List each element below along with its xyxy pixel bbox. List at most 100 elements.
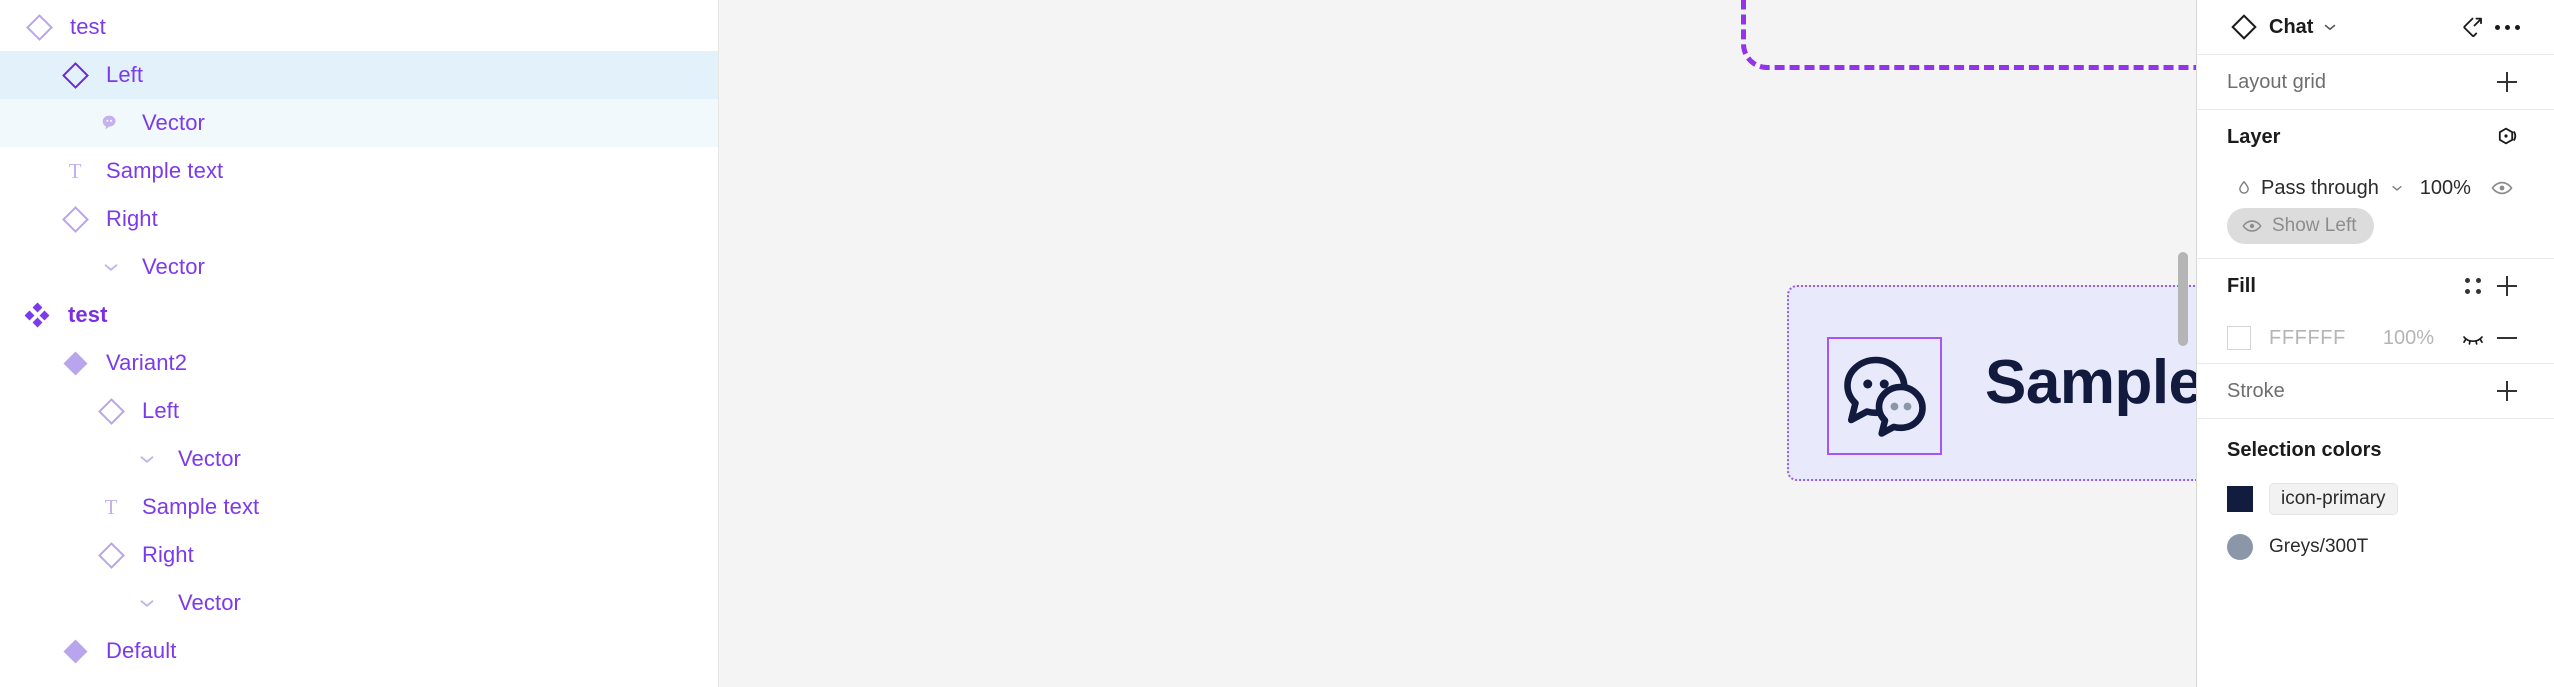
figma-app-window: test Left Vector T Sample text Right Vec… bbox=[0, 0, 2554, 687]
layer-label: Vector bbox=[142, 110, 205, 135]
layer-row[interactable]: Right bbox=[0, 195, 718, 243]
stroke-header-row: Stroke bbox=[2227, 364, 2524, 418]
stroke-label: Stroke bbox=[2227, 379, 2285, 402]
layer-row[interactable]: Vector bbox=[0, 435, 718, 483]
component-header-section: Chat bbox=[2197, 0, 2554, 55]
layout-grid-label: Layout grid bbox=[2227, 70, 2326, 93]
layer-header-row: Layer bbox=[2227, 110, 2524, 164]
chat-vector-icon bbox=[94, 106, 128, 140]
blend-mode-icon[interactable] bbox=[2490, 120, 2524, 154]
design-canvas[interactable]: Sample text bbox=[719, 0, 2196, 687]
text-icon: T bbox=[68, 158, 82, 183]
text-icon: T bbox=[104, 494, 118, 519]
layer-row[interactable]: Variant2 bbox=[0, 339, 718, 387]
blend-mode-row: Pass through 100% bbox=[2227, 164, 2524, 212]
layer-label: Layer bbox=[2227, 125, 2281, 148]
show-left-button[interactable]: Show Left bbox=[2227, 208, 2374, 244]
layer-row[interactable]: Vector bbox=[0, 243, 718, 291]
layer-row[interactable]: test bbox=[0, 3, 718, 51]
component-diamond-icon bbox=[58, 202, 92, 236]
chevron-down-icon bbox=[2392, 186, 2402, 191]
layer-row[interactable]: Vector bbox=[0, 579, 718, 627]
more-options-icon[interactable] bbox=[2490, 10, 2524, 44]
opacity-drop-icon bbox=[2227, 171, 2261, 205]
component-diamond-icon bbox=[58, 58, 92, 92]
stroke-section: Stroke bbox=[2197, 364, 2554, 419]
selection-color-swatch[interactable] bbox=[2227, 534, 2253, 560]
layer-row[interactable]: Left bbox=[0, 387, 718, 435]
chevron-down-icon[interactable] bbox=[2313, 10, 2347, 44]
properties-panel: Chat Layout grid Layer Pass through 100%… bbox=[2196, 0, 2554, 687]
fill-opacity-input[interactable]: 100% bbox=[2383, 327, 2434, 350]
layer-label: test bbox=[70, 14, 106, 39]
layer-row[interactable]: Right bbox=[0, 531, 718, 579]
canvas-vertical-scrollbar[interactable] bbox=[2178, 252, 2188, 346]
layout-grid-section: Layout grid bbox=[2197, 55, 2554, 110]
add-fill-button[interactable] bbox=[2490, 269, 2524, 303]
show-left-label: Show Left bbox=[2272, 215, 2357, 236]
blend-mode-dropdown[interactable]: Pass through bbox=[2261, 177, 2405, 200]
layers-panel: test Left Vector T Sample text Right Vec… bbox=[0, 0, 719, 687]
layer-section: Layer Pass through 100% Show Left bbox=[2197, 110, 2554, 259]
component-diamond-icon bbox=[2227, 10, 2261, 44]
component-diamond-icon bbox=[22, 10, 56, 44]
remove-fill-button[interactable] bbox=[2490, 321, 2524, 355]
layer-label: Variant2 bbox=[106, 350, 188, 375]
add-layout-grid-button[interactable] bbox=[2490, 65, 2524, 99]
chevron-down-icon[interactable] bbox=[130, 442, 164, 476]
fill-label: Fill bbox=[2227, 274, 2256, 297]
layer-row[interactable]: test bbox=[0, 291, 718, 339]
selection-color-swatch[interactable] bbox=[2227, 486, 2253, 512]
eye-icon bbox=[2242, 220, 2262, 232]
layer-label: Vector bbox=[178, 446, 241, 471]
selection-colors-section: Selection colors icon-primary Greys/300T bbox=[2197, 419, 2554, 571]
layer-label: test bbox=[68, 302, 108, 327]
blend-mode-value: Pass through bbox=[2261, 176, 2379, 199]
selection-color-name[interactable]: icon-primary bbox=[2269, 483, 2398, 515]
layer-row[interactable]: Left bbox=[0, 51, 718, 99]
chevron-down-icon[interactable] bbox=[94, 250, 128, 284]
selection-color-name: Greys/300T bbox=[2269, 536, 2369, 557]
component-diamond-icon bbox=[94, 394, 128, 428]
layer-opacity-input[interactable]: 100% bbox=[2405, 177, 2471, 200]
layer-label: Left bbox=[106, 62, 144, 87]
component-set-frame[interactable] bbox=[1741, 0, 2196, 70]
variant-diamond-filled-icon bbox=[58, 634, 92, 668]
layer-label: Right bbox=[106, 206, 158, 231]
layer-label: Default bbox=[106, 638, 177, 663]
layer-row[interactable]: Vector bbox=[0, 99, 718, 147]
fill-header-row: Fill bbox=[2227, 259, 2524, 313]
chat-component-instance[interactable]: Sample text bbox=[1787, 285, 2196, 481]
fill-color-swatch[interactable] bbox=[2227, 326, 2251, 350]
fill-visibility-toggle[interactable] bbox=[2456, 321, 2490, 355]
layer-row[interactable]: T Sample text bbox=[0, 483, 718, 531]
layer-visibility-toggle[interactable] bbox=[2485, 171, 2519, 205]
layer-label: Left bbox=[142, 398, 180, 423]
layout-grid-row: Layout grid bbox=[2227, 55, 2524, 109]
selection-color-item[interactable]: Greys/300T bbox=[2227, 523, 2524, 571]
layer-label: Sample text bbox=[142, 494, 260, 519]
four-dots-style-icon[interactable] bbox=[2456, 269, 2490, 303]
component-name: Chat bbox=[2269, 15, 2314, 38]
variant-diamond-filled-icon bbox=[58, 346, 92, 380]
fill-item-row: FFFFFF 100% bbox=[2227, 313, 2524, 363]
layer-row[interactable]: Default bbox=[0, 627, 718, 675]
sample-text-label: Sample text bbox=[1985, 348, 2196, 417]
selection-color-item[interactable]: icon-primary bbox=[2227, 475, 2524, 523]
component-header-row: Chat bbox=[2227, 0, 2524, 54]
go-to-main-component-icon[interactable] bbox=[2456, 10, 2490, 44]
layer-label: Vector bbox=[178, 590, 241, 615]
layer-label: Vector bbox=[142, 254, 205, 279]
fill-hex-input[interactable]: FFFFFF bbox=[2269, 327, 2346, 350]
component-set-icon bbox=[20, 298, 54, 332]
add-stroke-button[interactable] bbox=[2490, 374, 2524, 408]
selection-colors-label: Selection colors bbox=[2227, 438, 2382, 461]
component-diamond-icon bbox=[94, 538, 128, 572]
chevron-down-icon[interactable] bbox=[130, 586, 164, 620]
selection-colors-header-row: Selection colors bbox=[2227, 425, 2524, 475]
layer-label: Right bbox=[142, 542, 194, 567]
fill-section: Fill FFFFFF 100% bbox=[2197, 259, 2554, 364]
chat-bubbles-icon[interactable] bbox=[1827, 337, 1942, 455]
layer-label: Sample text bbox=[106, 158, 224, 183]
layer-row[interactable]: T Sample text bbox=[0, 147, 718, 195]
